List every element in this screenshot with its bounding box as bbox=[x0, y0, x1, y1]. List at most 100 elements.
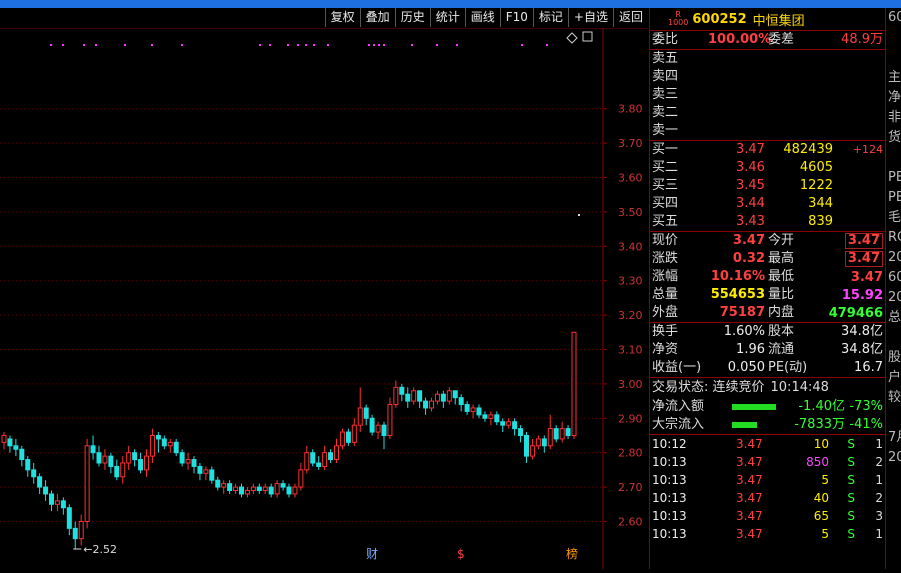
candle-body[interactable] bbox=[446, 390, 452, 402]
candle-body[interactable] bbox=[541, 438, 547, 447]
candle-body[interactable] bbox=[31, 469, 37, 478]
candle-body[interactable] bbox=[1, 434, 7, 443]
candle-body[interactable] bbox=[250, 486, 256, 492]
candle-body[interactable] bbox=[102, 455, 108, 464]
candle-body[interactable] bbox=[126, 452, 132, 464]
candle-body[interactable] bbox=[322, 452, 328, 467]
candle-body[interactable] bbox=[244, 490, 250, 495]
candle-body[interactable] bbox=[114, 465, 120, 478]
candle-body[interactable] bbox=[144, 455, 149, 471]
event-marker[interactable]: 榜 bbox=[566, 546, 578, 561]
candle-body[interactable] bbox=[60, 500, 66, 509]
buy-order-row[interactable]: 买一 3.47 482439 +124 bbox=[650, 141, 885, 159]
f10-button[interactable]: F10 bbox=[499, 8, 533, 27]
candle-body[interactable] bbox=[553, 428, 559, 440]
draw-line-button[interactable]: 画线 bbox=[464, 8, 500, 27]
candle-body[interactable] bbox=[138, 459, 144, 471]
candle-body[interactable] bbox=[108, 455, 114, 467]
candle-body[interactable] bbox=[434, 393, 440, 402]
candle-body[interactable] bbox=[221, 483, 227, 488]
stock-name[interactable]: 中恒集团 bbox=[753, 10, 805, 29]
candle-body[interactable] bbox=[43, 486, 49, 495]
maximize-icon[interactable] bbox=[582, 31, 593, 42]
candle-body[interactable] bbox=[357, 407, 363, 426]
candle-body[interactable] bbox=[393, 386, 399, 406]
candle-body[interactable] bbox=[339, 431, 345, 447]
event-marker[interactable]: 财 bbox=[366, 547, 378, 561]
candle-body[interactable] bbox=[155, 434, 161, 440]
candle-body[interactable] bbox=[363, 407, 369, 419]
candle-body[interactable] bbox=[458, 397, 464, 406]
stock-code[interactable]: 600252 bbox=[692, 12, 746, 27]
candle-body[interactable] bbox=[49, 493, 54, 505]
candle-body[interactable] bbox=[476, 407, 482, 416]
candle-body[interactable] bbox=[375, 424, 381, 433]
add-watchlist-button[interactable]: +自选 bbox=[567, 8, 613, 27]
buy-order-row[interactable]: 买五 3.43 839 bbox=[650, 213, 885, 231]
candle-body[interactable] bbox=[227, 483, 233, 492]
candle-body[interactable] bbox=[215, 479, 221, 488]
candle-body[interactable] bbox=[149, 434, 155, 457]
buy-order-row[interactable]: 买四 3.44 344 bbox=[650, 195, 885, 213]
candle-body[interactable] bbox=[500, 421, 506, 426]
candle-body[interactable] bbox=[494, 414, 500, 423]
candle-body[interactable] bbox=[369, 417, 375, 433]
candle-body[interactable] bbox=[304, 452, 310, 471]
mark-button[interactable]: 标记 bbox=[532, 8, 568, 27]
candle-body[interactable] bbox=[334, 445, 339, 461]
candle-body[interactable] bbox=[405, 393, 411, 402]
buy-order-row[interactable]: 买二 3.46 4605 bbox=[650, 159, 885, 177]
candle-body[interactable] bbox=[179, 452, 185, 464]
candle-body[interactable] bbox=[411, 390, 417, 402]
candle-body[interactable] bbox=[535, 438, 541, 447]
candle-body[interactable] bbox=[351, 424, 357, 443]
candle-body[interactable] bbox=[13, 445, 19, 450]
diamond-icon[interactable] bbox=[566, 32, 578, 44]
candle-body[interactable] bbox=[72, 527, 78, 540]
candle-body[interactable] bbox=[90, 445, 96, 454]
candle-body[interactable] bbox=[470, 407, 476, 412]
candle-body[interactable] bbox=[185, 459, 191, 464]
candle-body[interactable] bbox=[345, 431, 351, 443]
candle-body[interactable] bbox=[423, 400, 429, 409]
candle-body[interactable] bbox=[19, 448, 25, 461]
candle-body[interactable] bbox=[197, 465, 203, 474]
candle-body[interactable] bbox=[256, 486, 262, 492]
candle-body[interactable] bbox=[464, 404, 470, 412]
candle-body[interactable] bbox=[328, 452, 334, 461]
candle-body[interactable] bbox=[518, 428, 524, 436]
back-button[interactable]: 返回 bbox=[612, 8, 648, 27]
event-marker[interactable]: $ bbox=[457, 547, 465, 561]
candle-body[interactable] bbox=[529, 445, 535, 457]
history-button[interactable]: 历史 bbox=[394, 8, 430, 27]
candle-body[interactable] bbox=[233, 486, 239, 492]
candle-body[interactable] bbox=[120, 462, 126, 478]
candle-body[interactable] bbox=[167, 441, 173, 447]
candle-body[interactable] bbox=[262, 486, 268, 492]
candle-body[interactable] bbox=[399, 386, 405, 395]
candle-body[interactable] bbox=[54, 500, 60, 505]
candle-body[interactable] bbox=[37, 476, 43, 488]
buy-order-row[interactable]: 买三 3.45 1222 bbox=[650, 177, 885, 195]
candle-body[interactable] bbox=[161, 438, 167, 447]
candle-body[interactable] bbox=[506, 421, 512, 426]
candle-body[interactable] bbox=[239, 486, 244, 495]
candle-body[interactable] bbox=[429, 400, 434, 409]
kline-chart[interactable]: 2.60 2.70 2.80 2.90 3.00 3.10 3.20 3.30 3.40 3.50… bbox=[0, 27, 648, 569]
candle-body[interactable] bbox=[268, 486, 274, 495]
candle-body[interactable] bbox=[96, 452, 102, 464]
candle-body[interactable] bbox=[417, 390, 423, 402]
candle-body[interactable] bbox=[512, 421, 518, 430]
candle-body[interactable] bbox=[316, 462, 322, 467]
candle-body[interactable] bbox=[78, 520, 84, 540]
candle-body[interactable] bbox=[132, 452, 138, 461]
candle-body[interactable] bbox=[310, 452, 316, 464]
candle-body[interactable] bbox=[25, 459, 31, 471]
candle-body[interactable] bbox=[298, 469, 304, 488]
candle-body[interactable] bbox=[559, 428, 565, 440]
candle-body[interactable] bbox=[565, 428, 571, 436]
fuquan-button[interactable]: 复权 bbox=[324, 8, 360, 27]
candle-body[interactable] bbox=[209, 469, 215, 481]
candle-body[interactable] bbox=[203, 469, 209, 474]
candle-body[interactable] bbox=[547, 428, 553, 447]
